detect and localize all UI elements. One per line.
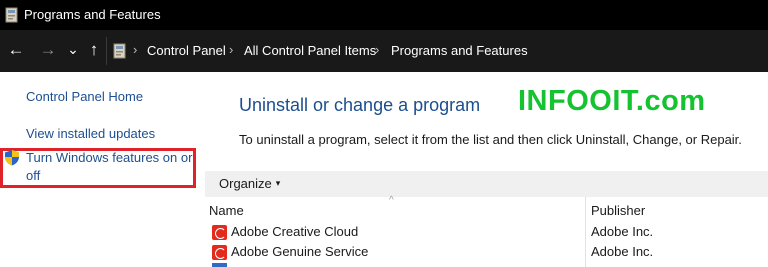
program-name: Adobe Creative Cloud [231,224,359,239]
control-panel-icon [113,43,126,59]
left-task-pane: Control Panel Home View installed update… [0,72,205,267]
title-bar: Programs and Features [0,0,768,30]
forward-arrow-icon[interactable]: → [37,39,59,61]
chevron-down-icon: ▾ [275,178,281,188]
column-header-name[interactable]: Name [209,201,244,221]
watermark: INFOOIT.com [518,85,706,117]
up-arrow-icon[interactable]: ↑ [83,39,105,61]
breadcrumb-separator: › [229,42,234,57]
page-title: Uninstall or change a program [239,95,481,115]
organize-button[interactable]: Organize ▾ [219,176,280,191]
program-publisher: Adobe Inc. [591,224,654,239]
organize-label: Organize [219,176,272,191]
program-icon-partial [212,263,227,267]
breadcrumb-programs-features[interactable]: Programs and Features [391,43,528,58]
uac-shield-icon [5,150,19,166]
sort-ascending-icon: ^ [389,195,394,206]
column-header-publisher[interactable]: Publisher [591,201,645,221]
turn-windows-features-link-cont[interactable]: off [26,167,40,185]
page-description: To uninstall a program, select it from t… [239,132,742,147]
adobe-icon [212,225,227,240]
program-name: Adobe Genuine Service [231,244,369,259]
control-panel-icon [5,7,18,23]
chevron-down-icon[interactable]: ⌄ [62,38,84,60]
main-content: Uninstall or change a program INFOOIT.co… [205,72,768,267]
breadcrumb-separator: › [133,42,138,57]
turn-windows-features-link[interactable]: Turn Windows features on or [26,149,192,167]
view-installed-updates-link[interactable]: View installed updates [26,125,155,143]
breadcrumb-control-panel[interactable]: Control Panel [147,43,226,58]
navigation-bar: ← → ⌄ ↑ › Control Panel › All Control Pa… [0,30,768,72]
window-title: Programs and Features [24,7,161,22]
program-row[interactable]: Adobe Genuine Service Adobe Inc. [205,242,768,262]
command-toolbar: Organize ▾ [205,171,768,197]
back-arrow-icon[interactable]: ← [5,39,27,61]
program-publisher: Adobe Inc. [591,244,654,259]
adobe-icon [212,245,227,260]
breadcrumb-separator: › [375,42,380,57]
program-row[interactable]: Adobe Creative Cloud Adobe Inc. [205,222,768,242]
address-bar[interactable]: › Control Panel › All Control Panel Item… [106,37,768,65]
control-panel-home-link[interactable]: Control Panel Home [26,88,143,106]
breadcrumb-all-items[interactable]: All Control Panel Items [244,43,376,58]
